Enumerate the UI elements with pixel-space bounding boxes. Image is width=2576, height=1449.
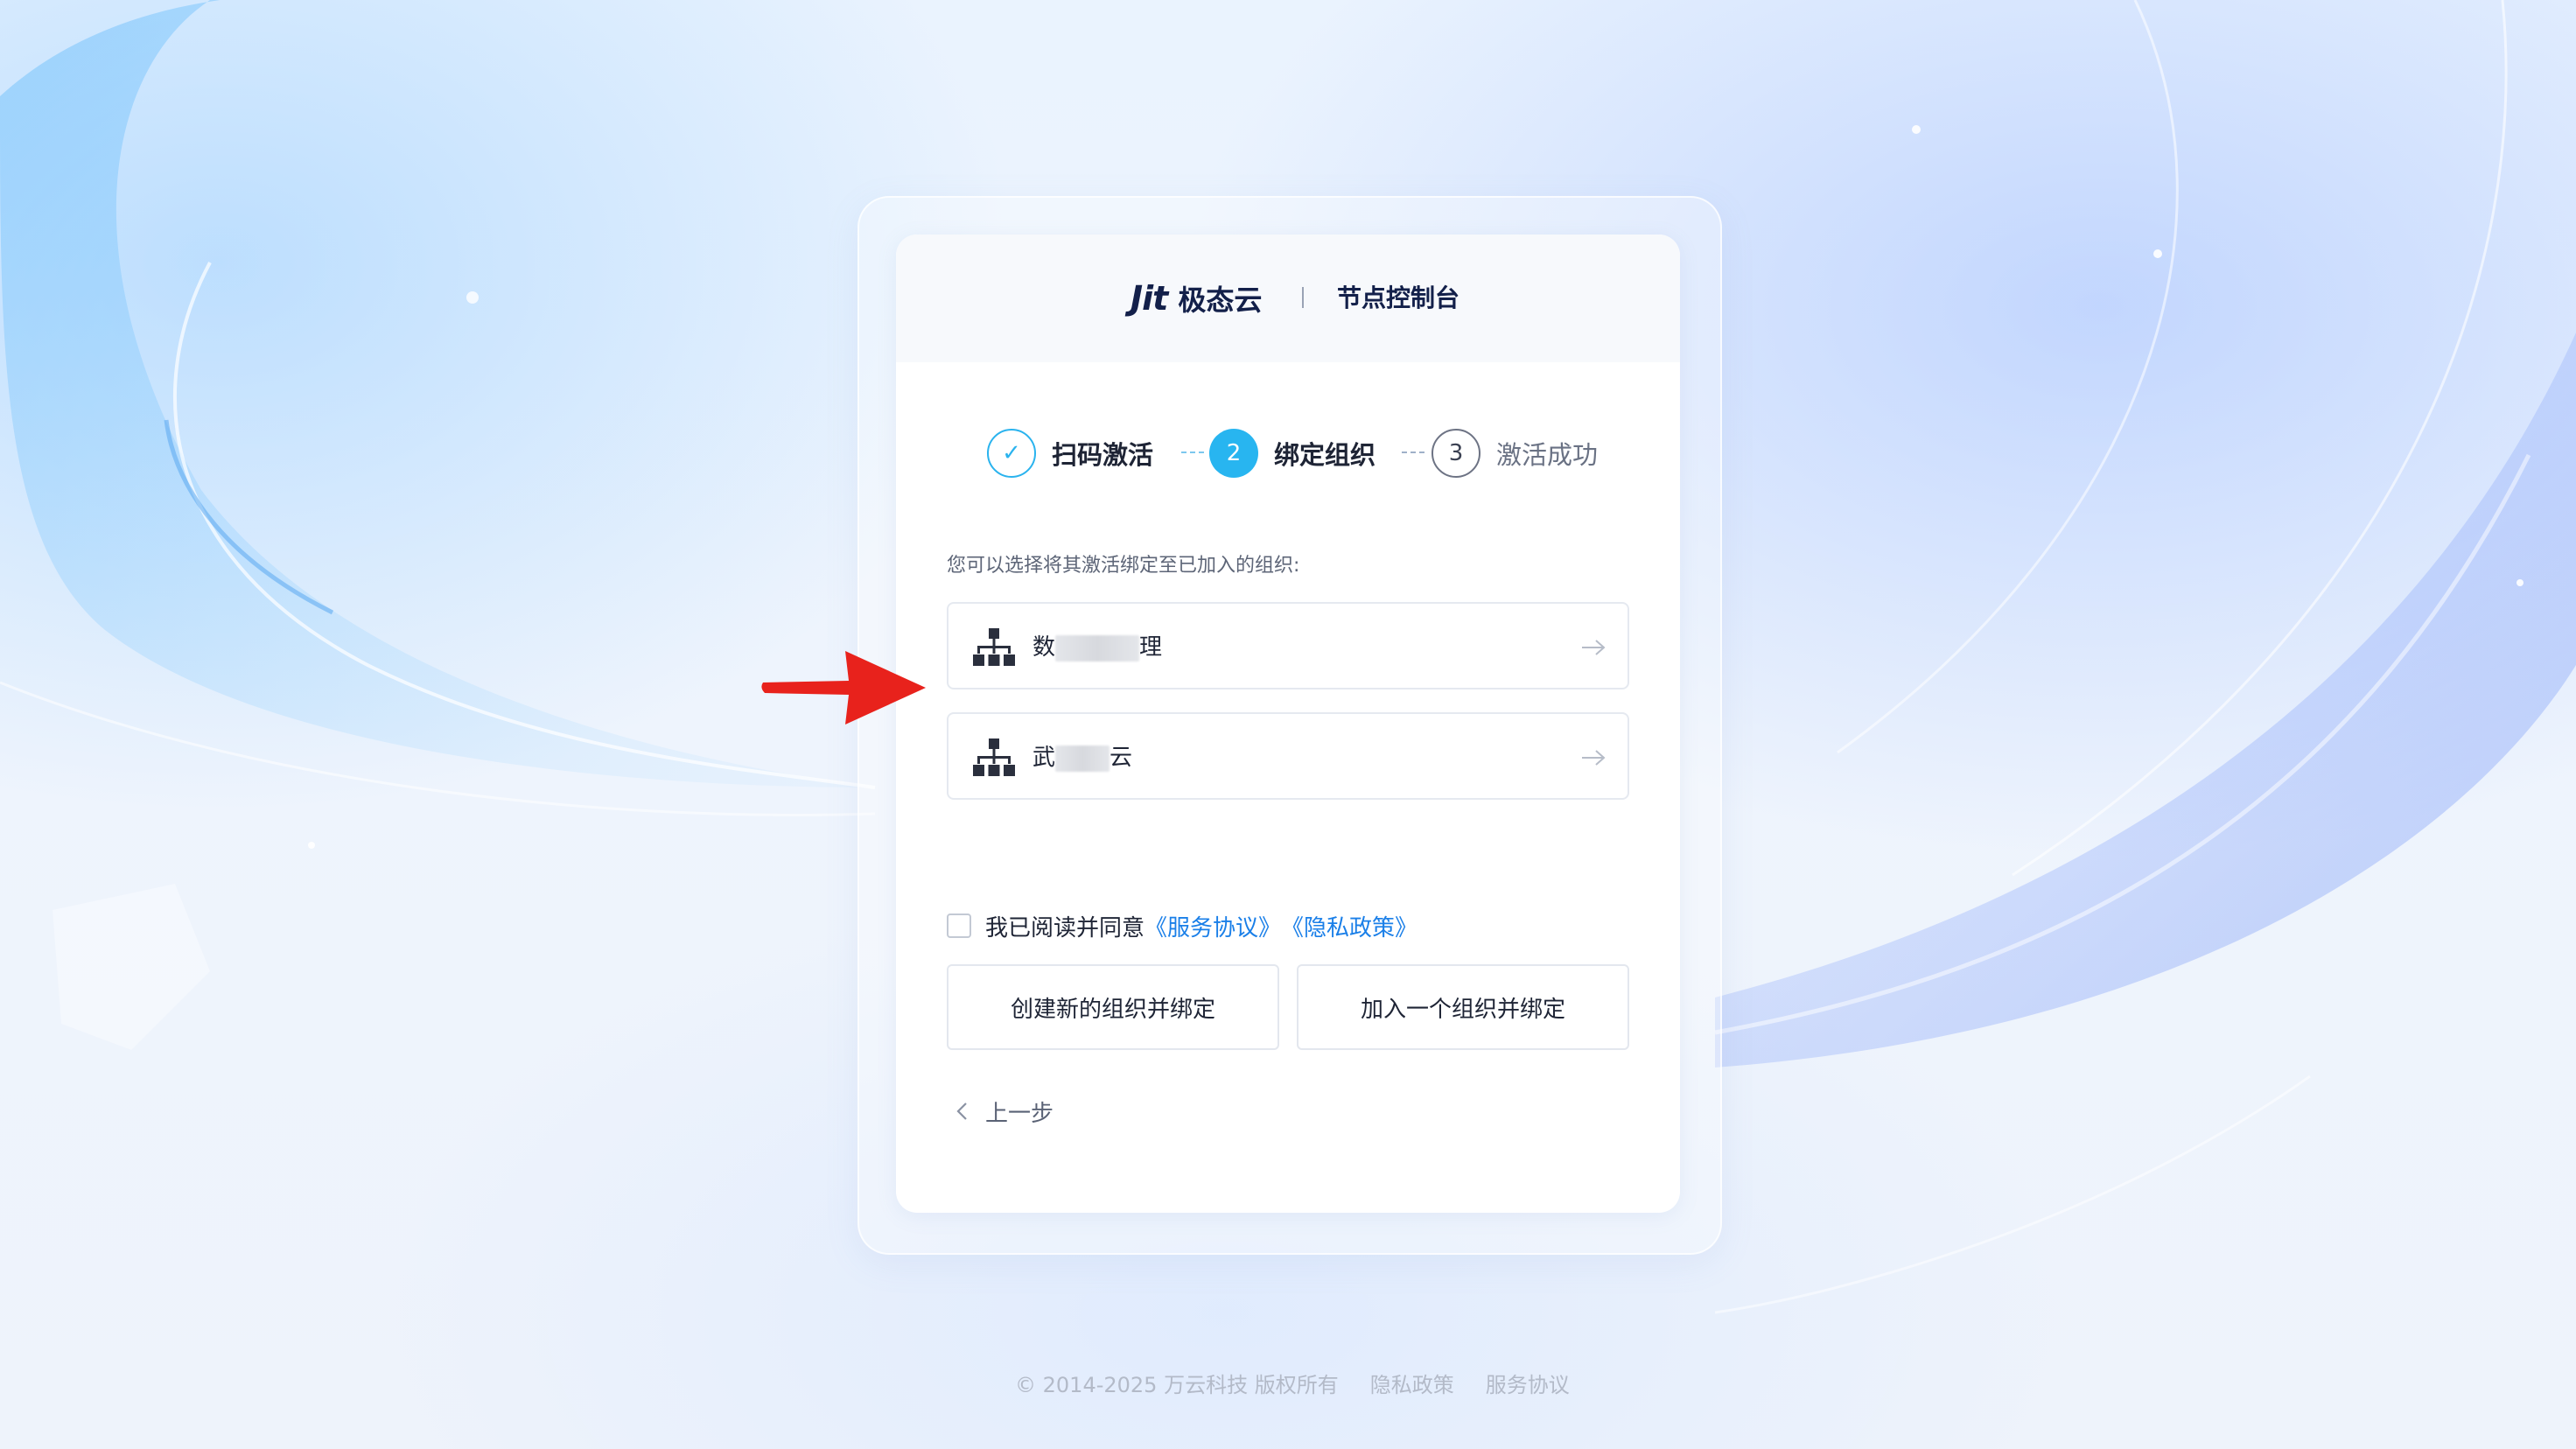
activation-page: Jit 极态云 节点控制台 ✓ 扫码激活 2 绑定组织 3 激活成功 您可以选择… [0,0,2576,1449]
copyright-text: © 2014-2025 万云科技 版权所有 [1015,1372,1339,1397]
agreement-row: 我已阅读并同意 《服务协议》 《隐私政策》 [947,910,1418,942]
check-icon: ✓ [987,429,1036,478]
step-scan-activate: ✓ 扫码激活 [987,427,1153,480]
arrow-right-icon [1582,750,1606,766]
step-label: 激活成功 [1496,440,1599,470]
annotation-arrow-icon [761,651,926,724]
step-connector [1181,452,1204,455]
step-label: 绑定组织 [1274,440,1376,470]
organization-item[interactable]: 数理 [947,602,1629,690]
org-chart-icon [973,738,1015,776]
back-label: 上一步 [985,1100,1054,1127]
org-chart-icon [973,628,1015,666]
agreement-checkbox[interactable] [947,914,971,938]
organization-item[interactable]: 武云 [947,712,1629,800]
step-number: 2 [1209,429,1258,478]
footer: © 2014-2025 万云科技 版权所有 隐私政策 服务协议 [1015,1368,1601,1398]
header-divider [1302,287,1304,308]
card-header: Jit 极态云 节点控制台 [896,234,1680,362]
step-label: 扫码激活 [1052,440,1154,470]
join-organization-button[interactable]: 加入一个组织并绑定 [1297,964,1629,1050]
privacy-link[interactable]: 《隐私政策》 [1281,910,1418,942]
footer-privacy-link[interactable]: 隐私政策 [1370,1368,1454,1398]
logo: Jit 极态云 [1130,276,1262,320]
logo-mark: Jit [1130,279,1168,318]
hint-text: 您可以选择将其激活绑定至已加入的组织: [947,555,1300,577]
terms-link[interactable]: 《服务协议》 [1144,910,1281,942]
chevron-left-icon [956,1102,967,1120]
step-number: 3 [1432,429,1480,478]
footer-terms-link[interactable]: 服务协议 [1486,1368,1570,1398]
step-bind-organization: 2 绑定组织 [1209,427,1376,480]
step-activation-success: 3 激活成功 [1432,427,1598,480]
redacted-text [1055,745,1110,772]
organization-name: 数理 [1032,634,1163,662]
organization-name: 武云 [1032,745,1133,772]
redacted-text [1055,634,1140,662]
logo-name: 极态云 [1178,284,1263,317]
step-connector [1402,452,1424,455]
page-title: 节点控制台 [1337,284,1460,312]
agreement-text: 我已阅读并同意 [985,914,1145,942]
back-button[interactable]: 上一步 [954,1096,1054,1127]
create-organization-button[interactable]: 创建新的组织并绑定 [947,964,1279,1050]
arrow-right-icon [1582,640,1606,655]
